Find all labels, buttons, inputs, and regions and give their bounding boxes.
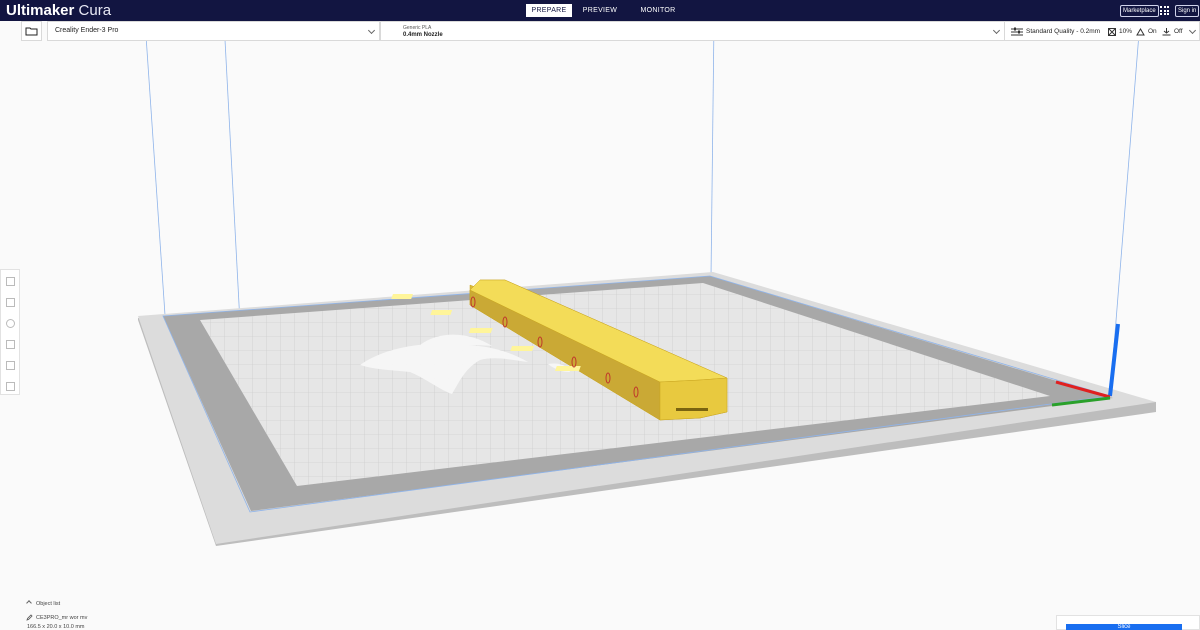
- printer-name: Creality Ender-3 Pro: [55, 27, 119, 34]
- quality-label: Standard Quality - 0.2mm: [1026, 28, 1101, 35]
- sign-in-button[interactable]: Sign in: [1175, 5, 1200, 17]
- material-selector[interactable]: Generic PLA 0.4mm Nozzle: [380, 21, 1005, 41]
- open-file-button[interactable]: [21, 21, 42, 41]
- app-header: Ultimaker Cura PREPARE PREVIEW MONITOR M…: [0, 0, 1200, 21]
- adhesion-value: Off: [1174, 28, 1183, 35]
- nozzle-size: 0.4mm Nozzle: [403, 32, 443, 38]
- pencil-icon[interactable]: [26, 614, 33, 621]
- z-axis: [1108, 323, 1120, 397]
- job-name: CE3PRO_mr wor mv: [36, 615, 88, 621]
- app-logo: Ultimaker Cura: [6, 2, 112, 19]
- applications-grid-icon[interactable]: [1160, 6, 1169, 15]
- chevron-down-icon: [367, 26, 376, 35]
- object-list-toggle[interactable]: Object list: [36, 601, 60, 607]
- tab-monitor[interactable]: MONITOR: [628, 4, 688, 17]
- tab-prepare[interactable]: PREPARE: [526, 4, 572, 17]
- mirror-tool-icon[interactable]: [6, 340, 15, 349]
- support-icon: [1136, 28, 1145, 36]
- model-tools-panel: [0, 269, 20, 395]
- volume-edge-line: [710, 21, 715, 278]
- viewport[interactable]: [0, 21, 1200, 630]
- chevron-down-icon: [992, 26, 1001, 35]
- chevron-down-icon: [1188, 26, 1197, 35]
- adhesion-icon: [1162, 28, 1171, 36]
- build-volume-scene: [138, 21, 1156, 546]
- rotate-tool-icon[interactable]: [6, 319, 15, 328]
- model-dimensions: 166.5 x 20.0 x 10.0 mm: [27, 624, 85, 630]
- infill-value: 10%: [1119, 28, 1133, 35]
- tab-preview[interactable]: PREVIEW: [572, 4, 628, 17]
- main-toolbar: Creality Ender-3 Pro Generic PLA 0.4mm N…: [21, 21, 1200, 41]
- per-model-settings-icon[interactable]: [6, 361, 15, 370]
- scale-tool-icon[interactable]: [6, 298, 15, 307]
- printer-selector[interactable]: Creality Ender-3 Pro: [47, 21, 380, 41]
- support-blocker-icon[interactable]: [6, 382, 15, 391]
- infill-icon: [1108, 28, 1116, 36]
- sliders-icon: [1011, 27, 1023, 36]
- stage-tabs: PREPARE PREVIEW MONITOR: [526, 4, 688, 17]
- print-settings-selector[interactable]: Standard Quality - 0.2mm 10% On Off: [1004, 21, 1200, 41]
- marketplace-button[interactable]: Marketplace: [1120, 5, 1159, 17]
- support-value: On: [1148, 28, 1157, 35]
- volume-edge-line: [144, 21, 166, 316]
- slice-button[interactable]: Slice: [1066, 624, 1182, 630]
- material-name: Generic PLA: [403, 25, 432, 31]
- move-tool-icon[interactable]: [6, 277, 15, 286]
- folder-icon: [25, 27, 38, 36]
